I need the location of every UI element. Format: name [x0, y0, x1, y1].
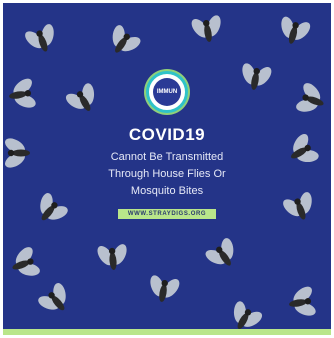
fly-icon: [273, 12, 315, 49]
website-link[interactable]: WWW.STRAYDIGS.ORG: [117, 209, 217, 219]
brand-logo-text: IMMUN: [153, 78, 181, 106]
fly-icon: [101, 19, 147, 63]
fly-icon: [187, 11, 227, 45]
fly-icon: [93, 241, 132, 272]
subtitle-line: Through House Flies Or: [108, 168, 226, 180]
poster: IMMUN COVID19 Cannot Be Transmitted Thro…: [3, 3, 331, 335]
fly-icon: [199, 232, 245, 276]
subtitle: Cannot Be Transmitted Through House Flie…: [3, 149, 331, 200]
bottom-accent-strip: [3, 329, 331, 335]
fly-icon: [286, 282, 320, 322]
message-block: IMMUN COVID19 Cannot Be Transmitted Thro…: [3, 71, 331, 220]
brand-logo: IMMUN: [146, 71, 188, 113]
fly-icon: [20, 19, 63, 58]
subtitle-line: Cannot Be Transmitted: [110, 151, 224, 163]
headline: COVID19: [128, 125, 206, 144]
fly-icon: [6, 242, 45, 285]
fly-icon: [144, 271, 184, 305]
subtitle-line: Mosquito Bites: [130, 185, 204, 197]
fly-icon: [32, 277, 78, 322]
